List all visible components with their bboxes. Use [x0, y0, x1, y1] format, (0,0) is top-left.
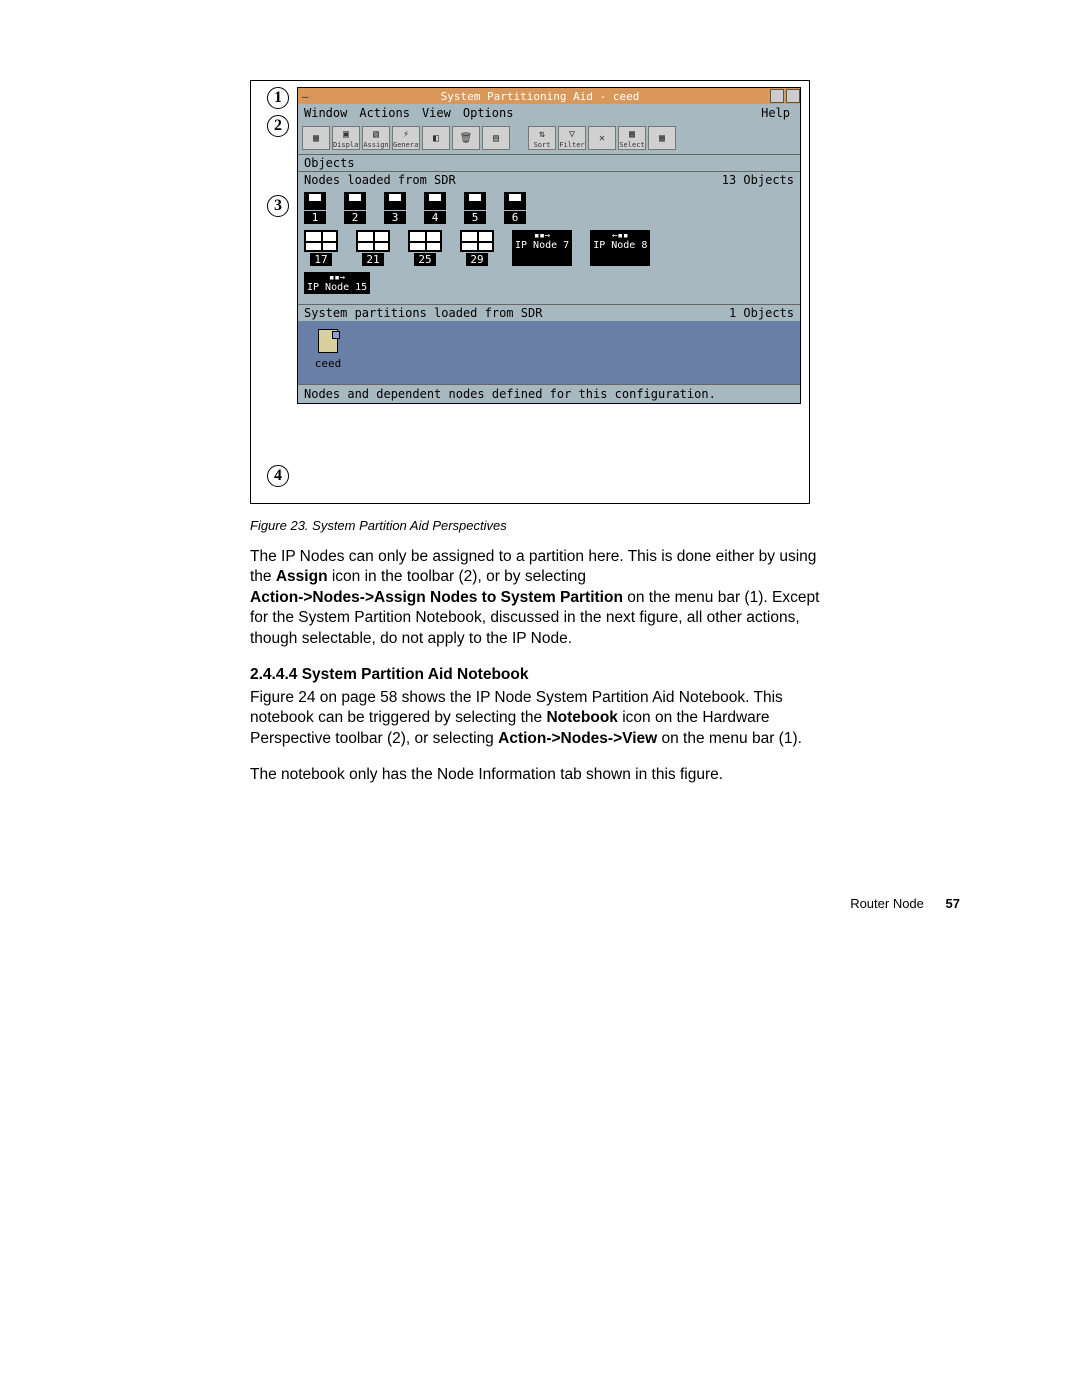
- tool-7[interactable]: ▤: [482, 126, 510, 150]
- callout-col: 1 2 3 4: [259, 87, 297, 493]
- objects-label: Objects: [298, 154, 800, 171]
- node-29[interactable]: 29: [460, 230, 494, 266]
- tool-notebook[interactable]: ▦: [302, 126, 330, 150]
- nodes-header-left: Nodes loaded from SDR: [304, 173, 722, 187]
- figure-23: 1 2 3 4 — System Partitioning Aid - ceed: [250, 80, 810, 504]
- ip-node-7[interactable]: ▪▪→IP Node 7: [512, 230, 572, 266]
- statusbar: Nodes and dependent nodes defined for th…: [298, 384, 800, 403]
- paragraph-4: The notebook only has the Node Informati…: [250, 765, 820, 785]
- app-window: — System Partitioning Aid - ceed Window …: [297, 87, 801, 404]
- body-text: The IP Nodes can only be assigned to a p…: [250, 547, 820, 786]
- paragraph-1: The IP Nodes can only be assigned to a p…: [250, 547, 820, 649]
- node-21[interactable]: 21: [356, 230, 390, 266]
- callout-2: 2: [267, 115, 289, 137]
- partitions-header: System partitions loaded from SDR 1 Obje…: [298, 304, 800, 321]
- figure-caption: Figure 23. System Partition Aid Perspect…: [250, 518, 810, 533]
- partitions-pane: ceed: [298, 321, 800, 384]
- menubar: Window Actions View Options Help: [298, 104, 800, 122]
- tool-select[interactable]: ▦Select: [618, 126, 646, 150]
- system-menu-icon[interactable]: —: [298, 90, 312, 103]
- nodes-header-right: 13 Objects: [722, 173, 794, 187]
- node-17[interactable]: 17: [304, 230, 338, 266]
- tool-generate[interactable]: ⚡Generate: [392, 126, 420, 150]
- node-6[interactable]: 6: [504, 192, 526, 224]
- node-25[interactable]: 25: [408, 230, 442, 266]
- node-2[interactable]: 2: [344, 192, 366, 224]
- node-4[interactable]: 4: [424, 192, 446, 224]
- partitions-header-right: 1 Objects: [729, 306, 794, 320]
- nodes-pane: 1 2 3 4 5 6 17 21 25 29 ▪▪→IP Node: [298, 188, 800, 304]
- paragraph-3: Figure 24 on page 58 shows the IP Node S…: [250, 688, 820, 749]
- partition-ceed[interactable]: ceed: [308, 329, 348, 370]
- page-footer: Router Node 57: [100, 896, 980, 911]
- nodes-header: Nodes loaded from SDR 13 Objects: [298, 171, 800, 188]
- callout-3: 3: [267, 195, 289, 217]
- node-1[interactable]: 1: [304, 192, 326, 224]
- partition-icon: [318, 329, 338, 353]
- tool-assign[interactable]: ▧Assign: [362, 126, 390, 150]
- tool-sort[interactable]: ⇅Sort: [528, 126, 556, 150]
- footer-label: Router Node: [850, 896, 924, 911]
- toolbar: ▦ ▣Display ▧Assign ⚡Generate ◧ 🗑 ▤ ⇅Sort…: [298, 122, 800, 154]
- tool-remove-filter[interactable]: ✕: [588, 126, 616, 150]
- menu-view[interactable]: View: [422, 106, 451, 120]
- tool-6[interactable]: 🗑: [452, 126, 480, 150]
- section-heading: 2.4.4.4 System Partition Aid Notebook: [250, 665, 820, 685]
- partition-label: ceed: [308, 357, 348, 370]
- ip-node-15[interactable]: ▪▪→IP Node 15: [304, 272, 370, 294]
- page-number: 57: [946, 896, 960, 911]
- menu-help[interactable]: Help: [761, 106, 790, 120]
- callout-1: 1: [267, 87, 289, 109]
- tool-filter[interactable]: ▽Filter: [558, 126, 586, 150]
- tool-display[interactable]: ▣Display: [332, 126, 360, 150]
- partitions-header-left: System partitions loaded from SDR: [304, 306, 729, 320]
- maximize-button[interactable]: [786, 89, 800, 103]
- menu-actions[interactable]: Actions: [359, 106, 410, 120]
- minimize-button[interactable]: [770, 89, 784, 103]
- menu-window[interactable]: Window: [304, 106, 347, 120]
- titlebar: — System Partitioning Aid - ceed: [298, 88, 800, 104]
- node-5[interactable]: 5: [464, 192, 486, 224]
- node-3[interactable]: 3: [384, 192, 406, 224]
- window-title: System Partitioning Aid - ceed: [312, 90, 768, 103]
- menu-options[interactable]: Options: [463, 106, 514, 120]
- ip-node-8[interactable]: ←▪▪IP Node 8: [590, 230, 650, 266]
- callout-4: 4: [267, 465, 289, 487]
- tool-activate[interactable]: ◧: [422, 126, 450, 150]
- tool-12[interactable]: ▦: [648, 126, 676, 150]
